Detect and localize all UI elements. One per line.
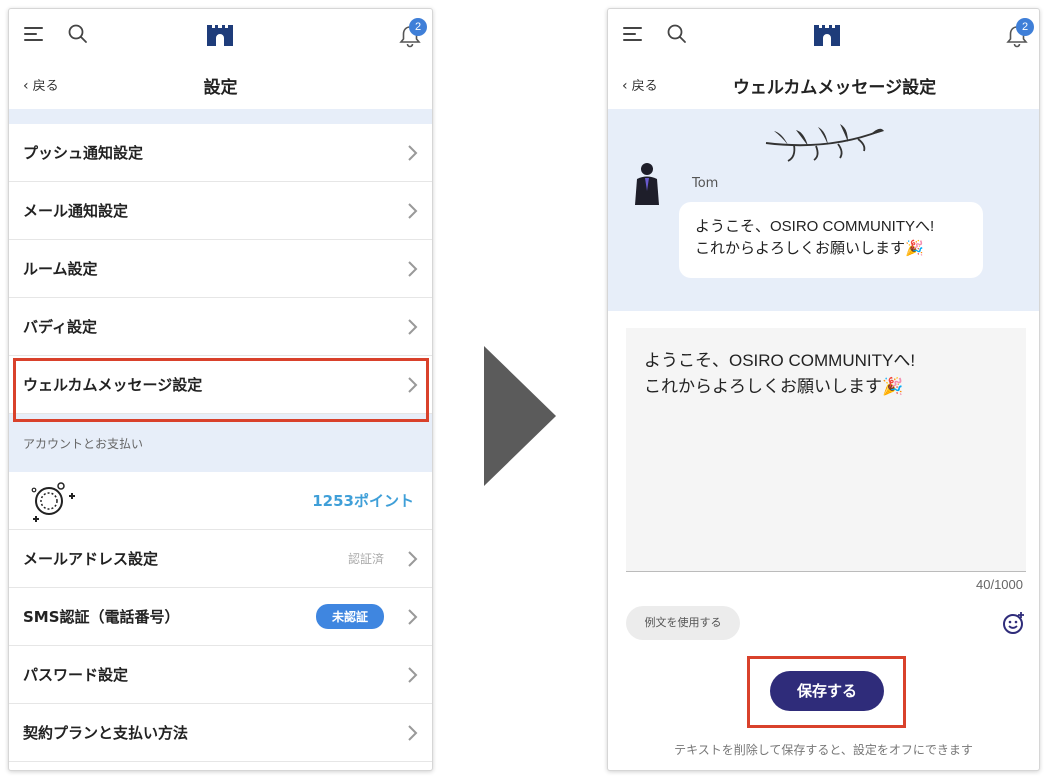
chevron-right-icon [408,666,418,683]
bell-icon[interactable]: 2 [1004,18,1034,50]
bubble-line: ようこそ、OSIRO COMMUNITYへ! [695,218,935,235]
menu-icon[interactable] [623,27,642,41]
settings-row-push[interactable]: プッシュ通知設定 [9,124,432,182]
menu-icon[interactable] [24,27,43,41]
highlight-box-save [747,656,906,728]
smile-plus-icon[interactable] [1002,611,1026,635]
points-balance: 1253ポイント [312,492,414,510]
row-label: パスワード設定 [23,666,129,684]
points-coin-icon [31,481,75,522]
row-label: SMS認証（電話番号） [23,608,180,626]
top-bar: 2 [608,9,1039,59]
character-count: 40/1000 [976,577,1023,592]
settings-row-sms[interactable]: SMS認証（電話番号） 未認証 [9,588,432,646]
search-icon[interactable] [666,23,688,45]
row-label: 契約プランと支払い方法 [23,724,189,742]
settings-row-email-address[interactable]: メールアドレス設定 認証済 [9,530,432,588]
unverified-badge: 未認証 [315,604,384,629]
nav-bar: ‹ 戻る ウェルカムメッセージ設定 [608,59,1039,109]
chevron-right-icon [408,724,418,741]
chevron-right-icon [408,202,418,219]
castle-logo-icon[interactable] [205,23,235,47]
row-label: ルーム設定 [23,260,98,278]
avatar [635,163,659,205]
row-label: バディ設定 [23,318,97,336]
notification-badge: 2 [409,18,427,36]
chevron-right-icon [408,318,418,335]
castle-logo-icon[interactable] [812,23,842,47]
highlight-box-welcome-row [13,358,429,422]
bell-icon[interactable]: 2 [397,18,427,50]
row-label: メールアドレス設定 [23,550,159,568]
section-strip [9,109,432,124]
input-line: これからよろしくお願いします🎉 [644,377,904,396]
chevron-right-icon [408,550,418,567]
input-line: ようこそ、OSIRO COMMUNITYへ! [644,351,916,370]
chevron-right-icon [408,144,418,161]
welcome-message-screen: 2 ‹ 戻る ウェルカムメッセージ設定 Tom ようこそ、OSIRO COMMUN… [607,8,1040,771]
leaf-ornament-icon [765,124,884,162]
use-sample-button[interactable]: 例文を使用する [626,606,740,640]
message-preview: Tom ようこそ、OSIRO COMMUNITYへ! これからよろしくお願いしま… [608,109,1039,311]
page-title: ウェルカムメッセージ設定 [732,78,937,98]
top-bar: 2 [9,9,432,59]
nav-bar: ‹ 戻る 設定 [9,59,432,109]
welcome-message-input[interactable]: ようこそ、OSIRO COMMUNITYへ! これからよろしくお願いします🎉 [626,328,1026,572]
transition-arrow-icon [484,346,556,486]
chevron-right-icon [408,260,418,277]
sender-name: Tom [692,176,719,191]
verified-status: 認証済 [347,552,384,566]
row-label: プッシュ通知設定 [23,144,144,162]
page-title: 設定 [203,78,238,98]
settings-screen: 2 ‹ 戻る 設定 プッシュ通知設定 メール通知設定 ルーム設定 バディ設定 ウェ… [8,8,433,771]
settings-row-password[interactable]: パスワード設定 [9,646,432,704]
settings-row-room[interactable]: ルーム設定 [9,240,432,298]
section-header-account: アカウントとお支払い [9,414,432,472]
settings-row-buddy[interactable]: バディ設定 [9,298,432,356]
settings-row-mail[interactable]: メール通知設定 [9,182,432,240]
notification-badge: 2 [1016,18,1034,36]
chevron-right-icon [408,608,418,625]
search-icon[interactable] [67,23,89,45]
settings-row-plan[interactable]: 契約プランと支払い方法 [9,704,432,762]
row-label: メール通知設定 [23,202,129,220]
points-row[interactable]: 1253ポイント [9,472,432,530]
footer-note: テキストを削除して保存すると、設定をオフにできます [674,743,973,757]
bubble-line: これからよろしくお願いします🎉 [695,240,924,257]
message-bubble: ようこそ、OSIRO COMMUNITYへ! これからよろしくお願いします🎉 [679,202,983,278]
